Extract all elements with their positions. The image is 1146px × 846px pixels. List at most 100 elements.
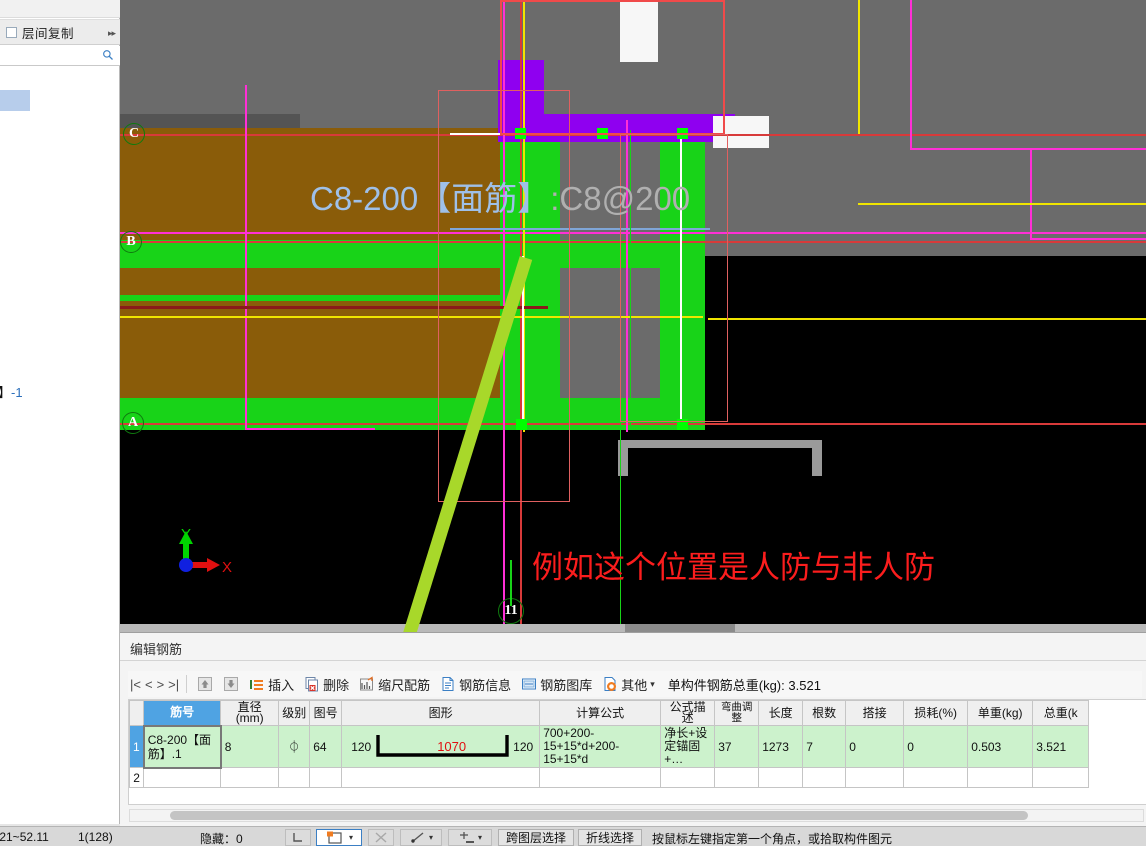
column-header-total-weight[interactable]: 总重(k [1032, 700, 1090, 726]
cell-formula-desc[interactable] [660, 767, 716, 788]
cell-shape[interactable]: 120 1070 120 [341, 725, 541, 768]
column-header-bend-adjust[interactable]: 弯曲调整 [714, 700, 760, 726]
cell-formula[interactable] [539, 767, 662, 788]
column-header-diameter[interactable]: 直径(mm) [220, 700, 280, 726]
column-header-shape[interactable]: 图形 [341, 700, 541, 726]
column-header-grade[interactable]: 级别 [278, 700, 311, 726]
cell-diameter[interactable]: 8 [220, 725, 280, 768]
cell-formula-desc[interactable]: 净长+设定锚固+… [660, 725, 716, 768]
selection-mode-button[interactable]: ▾ [316, 829, 362, 846]
move-up-button[interactable] [192, 675, 218, 693]
cell-loss[interactable] [903, 767, 969, 788]
delete-label: 删除 [323, 677, 350, 693]
cell-drawing-no[interactable] [309, 767, 343, 788]
other-button[interactable]: 其他 ▾ [597, 674, 660, 695]
column-header-length[interactable]: 长度 [758, 700, 804, 726]
delete-button[interactable]: 删除 [299, 674, 354, 695]
cell-grade[interactable]: ⏀ [278, 725, 311, 768]
axis-bubble-a[interactable]: A [122, 412, 144, 434]
other-label: 其他 [621, 677, 648, 693]
chevron-down-icon[interactable]: ▾ [650, 679, 655, 690]
table-row[interactable]: 2 [129, 767, 1090, 788]
sidebar-search-box[interactable] [0, 46, 120, 66]
cell-count[interactable]: 7 [802, 725, 847, 768]
insert-icon [250, 680, 264, 690]
column-header-formula-desc[interactable]: 公式描述 [660, 700, 716, 726]
selection-rectangle[interactable] [438, 90, 570, 502]
chevron-down-icon[interactable]: ▾ [478, 833, 482, 842]
rebar-library-icon [522, 678, 537, 690]
point-snap-button[interactable]: ▾ [448, 829, 492, 846]
scale-rebar-button[interactable]: 缩尺配筋 [354, 674, 435, 695]
nav-prev-button[interactable]: < [143, 677, 155, 692]
column-header-count[interactable]: 根数 [802, 700, 847, 726]
nav-first-button[interactable]: |< [128, 677, 143, 692]
cell-loss[interactable]: 0 [903, 725, 969, 768]
cell-lap[interactable]: 0 [845, 725, 905, 768]
column-header-loss[interactable]: 损耗(%) [903, 700, 969, 726]
canvas-hscrollbar[interactable] [120, 624, 1146, 632]
chevron-double-right-icon[interactable]: ▸▸ [108, 28, 116, 39]
rebar-table[interactable]: 筋号 直径(mm) 级别 图号 图形 计算公式 公式描述 弯曲调整 长度 根数 … [128, 699, 1146, 805]
cell-grade[interactable] [278, 767, 311, 788]
cell-bend-adjust[interactable]: 37 [714, 725, 760, 768]
column-header-unit-weight[interactable]: 单重(kg) [967, 700, 1034, 726]
axis-bubble-c[interactable]: C [123, 123, 145, 145]
member-label-text: C8-200【面筋】 [310, 180, 551, 217]
cell-bend-adjust[interactable] [714, 767, 760, 788]
member-label: C8-200【面筋】:C8@200 [310, 172, 690, 220]
cell-rebar-no[interactable] [143, 767, 222, 788]
magenta-line-upper-right-h [910, 148, 1146, 151]
chevron-down-icon[interactable]: ▾ [349, 833, 353, 842]
table-row[interactable]: 1 C8-200【面筋】.1 8 ⏀ 64 120 1070 120 700+2… [129, 724, 1090, 769]
ortho-snap-button[interactable] [285, 829, 311, 846]
selection-rectangle-secondary[interactable] [500, 0, 725, 135]
chevron-down-icon[interactable]: ▾ [429, 833, 433, 842]
cell-unit-weight[interactable]: 0.503 [967, 725, 1034, 768]
search-icon[interactable] [102, 49, 114, 61]
axis-bubble-b[interactable]: B [120, 231, 142, 253]
cross-layer-select-button[interactable]: 跨图层选择 [498, 829, 574, 846]
column-header-drawing-no[interactable]: 图号 [309, 700, 343, 726]
cell-length[interactable] [758, 767, 804, 788]
green-beam-horizontal-bottom[interactable] [120, 398, 703, 430]
cell-length[interactable]: 1273 [758, 725, 804, 768]
move-down-button[interactable] [218, 675, 244, 693]
line-snap-button[interactable]: ▾ [400, 829, 442, 846]
point-snap-icon [459, 832, 474, 843]
green-beam-horizontal-top[interactable] [120, 240, 703, 268]
table-hscrollbar-thumb[interactable] [170, 811, 1028, 820]
insert-button[interactable]: 插入 [244, 674, 299, 695]
sidebar-selected-row-highlight[interactable] [0, 90, 30, 111]
cell-drawing-no[interactable]: 64 [309, 725, 343, 768]
cell-count[interactable] [802, 767, 847, 788]
column-header-rebar-no[interactable]: 筋号 [143, 700, 222, 726]
status-message: 按鼠标左键指定第一个角点，或拾取构件图元 [652, 832, 893, 846]
sidebar-item-copy-between-floors[interactable]: 层间复制 ▸▸ [0, 19, 120, 45]
nav-last-button[interactable]: >| [166, 677, 181, 692]
cell-total-weight[interactable]: 3.521 [1032, 725, 1090, 768]
cad-canvas[interactable]: C B A 11 C8-200【面筋】:C8@200 例如这个位置是人防与非人防… [120, 0, 1146, 632]
rebar-library-button[interactable]: 钢筋图库 [516, 674, 597, 695]
cell-unit-weight[interactable] [967, 767, 1034, 788]
cell-formula[interactable]: 700+200-15+15*d+200-15+15*d [539, 725, 662, 768]
status-coordinates: .21~52.11 [0, 830, 49, 844]
row-header[interactable]: 1 [129, 725, 145, 768]
status-hidden-count: 隐藏：0 [200, 832, 243, 846]
cell-total-weight[interactable] [1032, 767, 1090, 788]
column-header-formula[interactable]: 计算公式 [539, 700, 662, 726]
intersection-snap-button[interactable] [368, 829, 394, 846]
nav-next-button[interactable]: > [155, 677, 167, 692]
line-snap-icon [411, 832, 424, 843]
row-header[interactable]: 2 [129, 767, 145, 788]
table-hscrollbar[interactable] [129, 809, 1144, 822]
cell-lap[interactable] [845, 767, 905, 788]
cell-rebar-no[interactable]: C8-200【面筋】.1 [142, 724, 222, 769]
polyline-select-button[interactable]: 折线选择 [578, 829, 642, 846]
ucs-axis-widget: Y X [160, 525, 250, 590]
rebar-info-button[interactable]: 钢筋信息 [435, 674, 516, 695]
canvas-hscrollbar-thumb[interactable] [625, 624, 735, 632]
cell-diameter[interactable] [220, 767, 280, 788]
column-header-lap[interactable]: 搭接 [845, 700, 905, 726]
cell-shape[interactable] [341, 767, 541, 788]
